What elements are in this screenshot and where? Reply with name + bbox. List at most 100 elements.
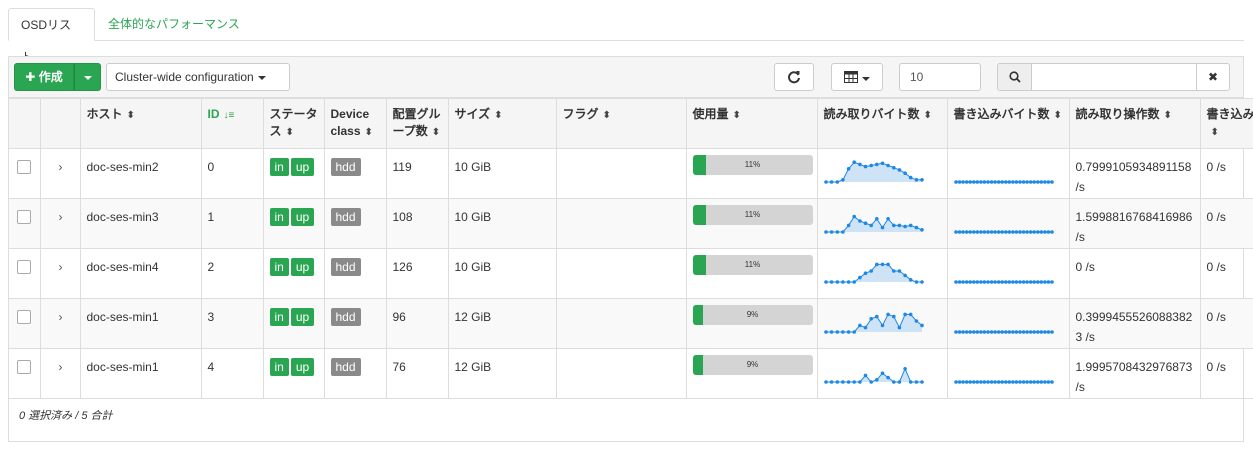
usage-bar-label: 11%	[744, 160, 761, 169]
row-checkbox[interactable]	[17, 310, 31, 324]
table-row[interactable]: › doc-ses-min4 2 in up hdd 126 10 GiB 11%…	[9, 248, 1253, 299]
column-header-status[interactable]: ステータス ⬍	[262, 98, 325, 149]
column-header-size[interactable]: サイズ ⬍	[447, 98, 557, 149]
search-icon	[997, 63, 1032, 91]
row-checkbox[interactable]	[17, 360, 31, 374]
write-bytes-cell	[946, 148, 1070, 199]
sparkline-chart	[953, 380, 1054, 384]
row-select-cell	[9, 248, 41, 299]
tab-overall-performance[interactable]: 全体的なパフォーマンス	[96, 8, 252, 41]
row-expand-cell: ›	[39, 198, 81, 249]
pgs-cell: 126	[385, 248, 449, 299]
usage-bar-label: 9%	[746, 310, 759, 319]
sort-amount-asc-icon: ↓≡	[223, 110, 235, 121]
row-checkbox[interactable]	[17, 160, 31, 174]
write-ops-cell: 0 /s	[1199, 248, 1253, 299]
size-cell: 12 GiB	[447, 348, 557, 399]
status-cell: in up	[262, 348, 325, 399]
caret-down-icon	[83, 75, 92, 80]
tab-bar: OSDリスト 全体的なパフォーマンス	[8, 8, 1244, 64]
size-cell: 10 GiB	[447, 198, 557, 249]
usage-bar-label: 9%	[746, 360, 759, 369]
row-select-cell	[9, 298, 41, 349]
status-cell: in up	[262, 248, 325, 299]
table-row[interactable]: › doc-ses-min1 4 in up hdd 76 12 GiB 9% 1…	[9, 348, 1253, 399]
sparkline-chart	[953, 330, 1054, 334]
sparkline-chart	[823, 367, 924, 384]
sparkline-chart	[953, 180, 1054, 184]
search-group: ✖	[997, 63, 1230, 91]
table-row[interactable]: › doc-ses-min1 3 in up hdd 96 12 GiB 9% 0…	[9, 298, 1253, 349]
column-header-id[interactable]: ID ↓≡	[200, 98, 264, 149]
column-header-device-class[interactable]: Device class ⬍	[323, 98, 387, 149]
cluster-config-label: Cluster-wide configuration	[115, 70, 254, 84]
table-header: ホスト ⬍ ID ↓≡ ステータス ⬍ Device class ⬍ 配置グループ数 ⬍ …	[9, 98, 1253, 149]
sort-icon: ⬍	[431, 127, 441, 138]
row-select-cell	[9, 198, 41, 249]
column-header-read-ops[interactable]: 読み取り操作数 ⬍	[1068, 98, 1201, 149]
row-checkbox[interactable]	[17, 260, 31, 274]
table-row[interactable]: › doc-ses-min2 0 in up hdd 119 10 GiB 11%…	[9, 148, 1253, 199]
usage-bar: 11%	[692, 205, 813, 225]
write-bytes-cell	[946, 298, 1070, 349]
status-badge-up: up	[290, 158, 315, 176]
row-expand-cell: ›	[39, 248, 81, 299]
sort-icon: ⬍	[494, 110, 503, 121]
chevron-right-icon[interactable]: ›	[59, 207, 63, 227]
chevron-right-icon[interactable]: ›	[59, 157, 63, 177]
status-cell: in up	[262, 198, 325, 249]
usage-bar-label: 11%	[744, 260, 761, 269]
page-size-input[interactable]: 10	[899, 63, 981, 91]
write-ops-cell: 0 /s	[1199, 348, 1253, 399]
read-ops-cell: 1.5998816768416986 /s	[1068, 198, 1201, 249]
status-badge-in: in	[269, 258, 289, 276]
sparkline-chart	[823, 160, 924, 184]
sort-icon: ⬍	[1163, 110, 1172, 121]
pgs-cell: 108	[385, 198, 449, 249]
column-header-pgs[interactable]: 配置グループ数 ⬍	[385, 98, 449, 149]
write-ops-cell: 0 /s	[1199, 198, 1253, 249]
row-checkbox[interactable]	[17, 210, 31, 224]
device-class-cell: hdd	[323, 348, 387, 399]
tab-osd-list[interactable]: OSDリスト	[8, 8, 95, 64]
cluster-config-dropdown[interactable]: Cluster-wide configuration	[106, 63, 290, 91]
chevron-right-icon[interactable]: ›	[59, 307, 63, 327]
refresh-icon	[788, 71, 800, 84]
create-button[interactable]: ✚ 作成	[14, 63, 74, 91]
plus-icon: ✚	[25, 70, 36, 84]
column-header-flags[interactable]: フラグ ⬍	[555, 98, 687, 149]
column-header-host[interactable]: ホスト ⬍	[79, 98, 202, 149]
column-header-usage[interactable]: 使用量 ⬍	[685, 98, 818, 149]
column-header-write-bytes[interactable]: 書き込みバイト数 ⬍	[946, 98, 1070, 149]
size-cell: 10 GiB	[447, 148, 557, 199]
sparkline-chart	[953, 230, 1054, 234]
chevron-right-icon[interactable]: ›	[59, 257, 63, 277]
flags-cell	[555, 198, 687, 249]
chevron-right-icon[interactable]: ›	[59, 357, 63, 377]
table-row[interactable]: › doc-ses-min3 1 in up hdd 108 10 GiB 11%…	[9, 198, 1253, 249]
device-class-cell: hdd	[323, 198, 387, 249]
sort-icon: ⬍	[732, 110, 741, 121]
device-class-badge: hdd	[330, 208, 361, 226]
row-expand-cell: ›	[39, 348, 81, 399]
sort-icon: ⬍	[1053, 110, 1062, 121]
expand-column-header	[39, 98, 81, 149]
read-bytes-cell	[816, 148, 948, 199]
refresh-button[interactable]	[774, 63, 814, 91]
size-cell: 12 GiB	[447, 298, 557, 349]
id-cell: 3	[200, 298, 264, 349]
clear-search-button[interactable]: ✖	[1196, 63, 1230, 91]
row-select-cell	[9, 348, 41, 399]
column-header-read-bytes[interactable]: 読み取りバイト数 ⬍	[816, 98, 948, 149]
column-header-write-ops[interactable]: 書き込み操作数⬍	[1199, 98, 1253, 149]
column-selector-button[interactable]	[831, 63, 883, 91]
device-class-badge: hdd	[330, 358, 361, 376]
row-expand-cell: ›	[39, 298, 81, 349]
create-dropdown-toggle[interactable]	[74, 63, 101, 91]
flags-cell	[555, 298, 687, 349]
sort-icon: ⬍	[126, 110, 135, 121]
sparkline-chart	[823, 214, 924, 234]
search-input[interactable]	[1031, 63, 1197, 91]
device-class-cell: hdd	[323, 298, 387, 349]
id-cell: 0	[200, 148, 264, 199]
